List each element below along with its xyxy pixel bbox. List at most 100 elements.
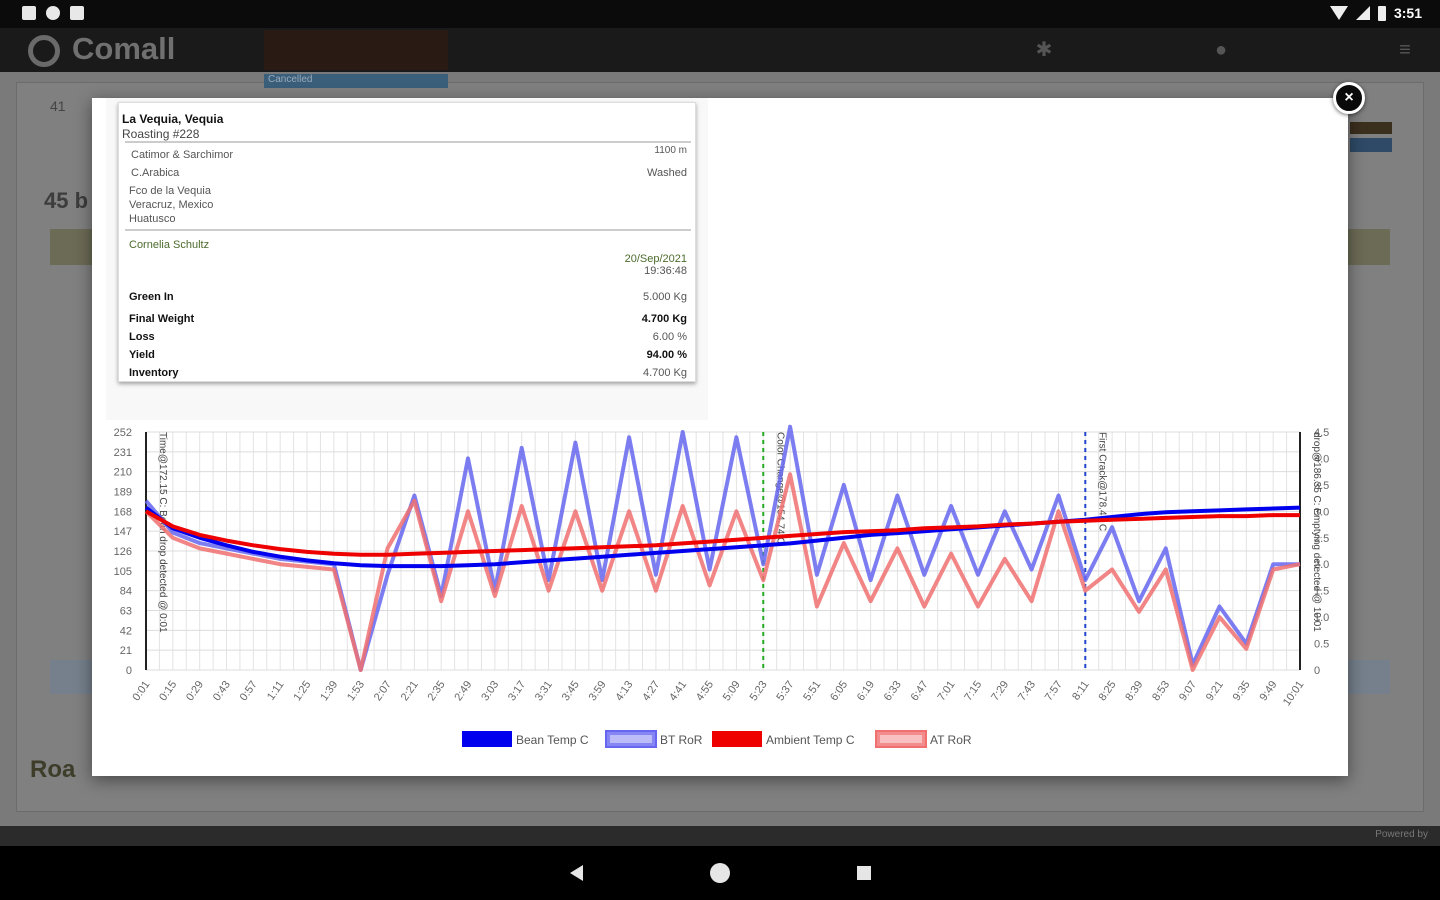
x-tick-label: 6:33 — [882, 679, 904, 703]
x-tick-label: 9:07 — [1177, 679, 1199, 703]
x-tick-label: 8:25 — [1096, 679, 1118, 703]
y-left-tick-label: 42 — [120, 625, 132, 637]
x-tick-label: 2:07 — [372, 679, 394, 703]
roast-date: 20/Sep/2021 — [624, 253, 687, 265]
metric-label: Yield — [129, 349, 155, 361]
y-left-tick-label: 0 — [126, 665, 132, 677]
settings-icon[interactable]: ✱ — [1033, 39, 1055, 61]
y-left-tick-label: 84 — [120, 586, 132, 598]
x-tick-label: 2:49 — [452, 679, 474, 703]
status-time: 3:51 — [1393, 5, 1422, 21]
x-tick-label: 1:53 — [345, 679, 367, 703]
x-tick-label: 8:39 — [1123, 679, 1145, 703]
x-tick-label: 7:57 — [1043, 679, 1065, 703]
x-tick-label: 9:35 — [1231, 679, 1253, 703]
x-tick-label: 0:29 — [184, 679, 206, 703]
y-left-tick-label: 147 — [114, 526, 132, 538]
x-tick-label: 5:37 — [774, 679, 796, 703]
x-tick-label: 7:15 — [962, 679, 984, 703]
x-tick-label: 5:09 — [721, 679, 743, 703]
x-tick-label: 7:43 — [1016, 679, 1038, 703]
x-tick-label: 3:31 — [533, 679, 555, 703]
divider — [125, 141, 691, 143]
x-tick-label: 2:35 — [426, 679, 448, 703]
x-tick-label: 3:17 — [506, 679, 528, 703]
legend-label: Ambient Temp C — [766, 733, 855, 747]
x-tick-label: 2:21 — [399, 679, 421, 703]
farm: Fco de la Vequia — [129, 185, 211, 197]
battery-icon — [1377, 5, 1386, 21]
back-icon[interactable] — [570, 865, 583, 881]
metric-value: 94.00 % — [646, 349, 687, 361]
nav-bar — [0, 846, 1440, 900]
footer: Powered by — [0, 826, 1440, 846]
x-tick-label: 8:53 — [1150, 679, 1172, 703]
metric-label: Green In — [129, 291, 174, 303]
roasting-number: Roasting #228 — [122, 127, 200, 141]
x-tick-label: 9:49 — [1258, 679, 1280, 703]
x-tick-label: 1:25 — [291, 679, 313, 703]
x-tick-label: 4:27 — [640, 679, 662, 703]
x-tick-label: 6:47 — [909, 679, 931, 703]
x-tick-label: 0:15 — [157, 679, 179, 703]
x-tick-label: 3:59 — [587, 679, 609, 703]
x-tick-label: 7:01 — [935, 679, 957, 703]
legend-swatch — [712, 731, 762, 747]
coffee-title: La Vequia, Vequia — [122, 112, 224, 126]
app-bar: Comall ✱ ● ≡ — [0, 28, 1440, 72]
x-tick-label: 8:11 — [1070, 679, 1092, 703]
section-title: Roa — [30, 756, 76, 783]
metric-value: 4.700 Kg — [642, 367, 687, 379]
x-tick-label: 1:39 — [318, 679, 340, 703]
x-tick-label: 1:11 — [265, 679, 287, 703]
roast-modal: La Vequia, Vequia Roasting #228 Catimor … — [92, 98, 1348, 776]
y-left-tick-label: 168 — [114, 506, 132, 518]
x-tick-label: 3:03 — [479, 679, 501, 703]
powered-by: Powered by — [1375, 829, 1428, 840]
species: C.Arabica — [131, 167, 180, 179]
x-tick-label: 0:57 — [238, 679, 260, 703]
menu-icon[interactable]: ≡ — [1394, 39, 1416, 61]
row-number: 41 — [50, 98, 66, 114]
roast-chart: 2522312101891681471261058463422104.54.03… — [114, 424, 1329, 748]
x-tick-label: 0:43 — [211, 679, 233, 703]
x-tick-label: 5:51 — [801, 679, 823, 703]
metric-value: 4.700 Kg — [641, 313, 687, 325]
close-button[interactable]: × — [1333, 82, 1365, 114]
sync-icon — [46, 6, 60, 20]
y-left-tick-label: 252 — [114, 427, 132, 439]
x-tick-label: 5:23 — [748, 679, 770, 703]
event-marker-label: drop@186.35 C: Emptying detected @ 10:01 — [1311, 432, 1322, 632]
status-badge: Cancelled — [264, 74, 448, 88]
y-left-tick-label: 63 — [120, 606, 132, 618]
y-left-tick-label: 189 — [114, 487, 132, 499]
legend-swatch — [462, 731, 512, 747]
y-left-tick-label: 126 — [114, 546, 132, 558]
recents-icon[interactable] — [857, 866, 871, 880]
x-tick-label: 6:05 — [828, 679, 850, 703]
legend-label: BT RoR — [660, 733, 703, 747]
x-tick-label: 4:55 — [694, 679, 716, 703]
y-left-tick-label: 231 — [114, 447, 132, 459]
roaster-name: Cornelia Schultz — [129, 239, 210, 251]
appbar-tab[interactable] — [264, 30, 448, 70]
y-left-tick-label: 21 — [120, 645, 132, 657]
x-tick-label: 9:21 — [1204, 679, 1226, 703]
metric-label: Final Weight — [129, 313, 195, 325]
divider — [125, 229, 691, 231]
region: Veracruz, Mexico — [129, 199, 214, 211]
count-title: 45 b — [44, 188, 89, 213]
drop-icon[interactable]: ● — [1210, 39, 1232, 61]
roast-info-card: La Vequia, Vequia Roasting #228 Catimor … — [118, 102, 696, 382]
x-tick-label: 10:01 — [1281, 679, 1307, 708]
roast-time: 19:36:48 — [644, 265, 687, 277]
x-tick-label: 4:13 — [613, 679, 635, 703]
metric-value: 6.00 % — [652, 331, 687, 343]
y-right-tick-label: 0 — [1314, 665, 1320, 677]
bg-accent-bar — [1350, 138, 1392, 152]
logo-icon — [28, 35, 60, 67]
metric-label: Inventory — [129, 367, 179, 379]
home-icon[interactable] — [710, 863, 730, 883]
status-bar: 3:51 — [0, 0, 1440, 28]
sd-card-icon — [70, 6, 84, 20]
